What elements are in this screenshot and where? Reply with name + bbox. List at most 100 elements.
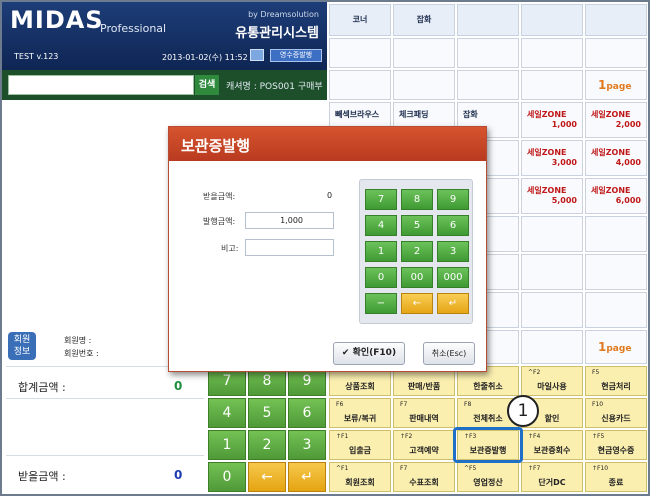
function-key[interactable]: ↑F4 보관증회수 (521, 430, 583, 460)
function-key[interactable]: F7 수표조회 (393, 462, 455, 492)
category-empty[interactable] (585, 4, 647, 36)
dialog-key-2[interactable]: 2 (401, 241, 433, 262)
dialog-backspace-key[interactable]: ← (401, 293, 433, 314)
grid-cell[interactable] (393, 38, 455, 68)
function-label: 상품조회 (345, 382, 375, 391)
callout-highlight (453, 427, 523, 463)
function-label: 마일사용 (537, 382, 567, 391)
function-label: 영업정산 (473, 478, 503, 487)
dialog-key-1[interactable]: 1 (365, 241, 397, 262)
function-key[interactable]: ↑F10 종료 (585, 462, 647, 492)
category-goods[interactable]: 잡화 (393, 4, 455, 36)
product-button[interactable]: 세일ZONE 5,000 (521, 178, 583, 214)
monitor-icon[interactable] (250, 49, 264, 61)
grid-cell[interactable] (521, 292, 583, 328)
key-2[interactable]: 2 (248, 430, 286, 460)
callout-number: 1 (507, 395, 539, 427)
dialog-key-8[interactable]: 8 (401, 189, 433, 210)
product-price: 3,000 (551, 158, 577, 167)
page-label: page (606, 344, 632, 354)
key-6[interactable]: 6 (288, 398, 326, 428)
function-key[interactable]: ↑F5 현금영수증 (585, 430, 647, 460)
page-label: page (606, 82, 632, 92)
dialog-key-6[interactable]: 6 (437, 215, 469, 236)
function-key[interactable]: ^F1 회원조회 (329, 462, 391, 492)
dialog-key-5[interactable]: 5 (401, 215, 433, 236)
grid-cell[interactable] (329, 38, 391, 68)
grid-cell[interactable] (329, 70, 391, 100)
storage-receipt-dialog: 보관증발행 받을금액: 0 발행금액: 1,000 비고: 7 8 9 4 5 … (168, 126, 487, 372)
cancel-button[interactable]: 취소(Esc) (423, 342, 475, 365)
dialog-header: 보관증발행 (169, 127, 486, 161)
product-name: 세일ZONE (591, 186, 631, 195)
grid-cell[interactable] (521, 254, 583, 290)
receipt-issue-button[interactable]: 영수증발행 (270, 49, 322, 62)
grid-cell[interactable] (521, 216, 583, 252)
grid-cell[interactable] (521, 70, 583, 100)
grid-cell[interactable] (393, 70, 455, 100)
shortcut-label: F7 (400, 401, 408, 408)
function-key[interactable]: ^F5 영업정산 (457, 462, 519, 492)
function-key[interactable]: ↑F7 단거DC (521, 462, 583, 492)
shortcut-label: F5 (592, 369, 600, 376)
dialog-key-00[interactable]: 00 (401, 267, 433, 288)
function-label: 현금영수증 (597, 446, 635, 455)
grid-cell[interactable] (521, 38, 583, 68)
search-input[interactable] (8, 75, 194, 95)
function-key[interactable]: ↑F1 입출금 (329, 430, 391, 460)
product-button[interactable]: 세일ZONE 1,000 (521, 102, 583, 138)
product-button[interactable]: 세일ZONE 6,000 (585, 178, 647, 214)
dialog-key-000[interactable]: 000 (437, 267, 469, 288)
search-button[interactable]: 검색 (195, 75, 219, 95)
cashier-label: 캐셔명 : POS001 구매부 (226, 82, 323, 92)
total-amount-label: 합계금액 : (18, 381, 66, 394)
function-key[interactable]: ^F2 마일사용 (521, 366, 583, 396)
product-button[interactable]: 세일ZONE 4,000 (585, 140, 647, 176)
grid-cell[interactable] (457, 70, 519, 100)
dialog-key-0[interactable]: 0 (365, 267, 397, 288)
function-label: 수표조회 (409, 478, 439, 487)
dialog-enter-key[interactable]: ↵ (437, 293, 469, 314)
product-button[interactable]: 세일ZONE 3,000 (521, 140, 583, 176)
page-indicator: 1page (598, 78, 631, 92)
key-4[interactable]: 4 (208, 398, 246, 428)
function-key[interactable]: F10 신용카드 (585, 398, 647, 428)
dialog-key-3[interactable]: 3 (437, 241, 469, 262)
member-info-badge[interactable]: 회원 정보 (8, 332, 36, 360)
vendor-name: by Dreamsolution (248, 10, 319, 19)
product-price: 2,000 (615, 120, 641, 129)
dialog-key-9[interactable]: 9 (437, 189, 469, 210)
grid-cell[interactable] (585, 38, 647, 68)
issue-amount-input[interactable]: 1,000 (245, 212, 334, 229)
key-5[interactable]: 5 (248, 398, 286, 428)
confirm-button[interactable]: ✔ 확인(F10) (333, 342, 405, 365)
enter-key[interactable]: ↵ (288, 462, 326, 492)
function-key[interactable]: ↑F2 고객예약 (393, 430, 455, 460)
product-price: 5,000 (551, 196, 577, 205)
note-input[interactable] (245, 239, 334, 256)
grid-cell[interactable] (585, 216, 647, 252)
dialog-key-7[interactable]: 7 (365, 189, 397, 210)
grid-cell[interactable] (585, 292, 647, 328)
grid-cell[interactable] (585, 254, 647, 290)
category-corner[interactable]: 코너 (329, 4, 391, 36)
shortcut-label: ↑F5 (592, 433, 605, 440)
key-0[interactable]: 0 (208, 462, 246, 492)
function-label: 고객예약 (409, 446, 439, 455)
function-key[interactable]: F6 보류/복귀 (329, 398, 391, 428)
key-3[interactable]: 3 (288, 430, 326, 460)
category-empty[interactable] (457, 4, 519, 36)
shortcut-label: ↑F2 (400, 433, 413, 440)
backspace-key[interactable]: ← (248, 462, 286, 492)
key-1[interactable]: 1 (208, 430, 246, 460)
function-key[interactable]: F5 현금처리 (585, 366, 647, 396)
dialog-minus-key[interactable]: − (365, 293, 397, 314)
dialog-key-4[interactable]: 4 (365, 215, 397, 236)
function-key[interactable]: F7 판매내역 (393, 398, 455, 428)
grid-cell[interactable] (521, 330, 583, 364)
grid-cell[interactable] (457, 38, 519, 68)
product-button[interactable]: 세일ZONE 2,000 (585, 102, 647, 138)
pos-window: MIDAS Professional by Dreamsolution 유통관리… (2, 2, 648, 494)
category-empty[interactable] (521, 4, 583, 36)
shortcut-label: F6 (336, 401, 344, 408)
